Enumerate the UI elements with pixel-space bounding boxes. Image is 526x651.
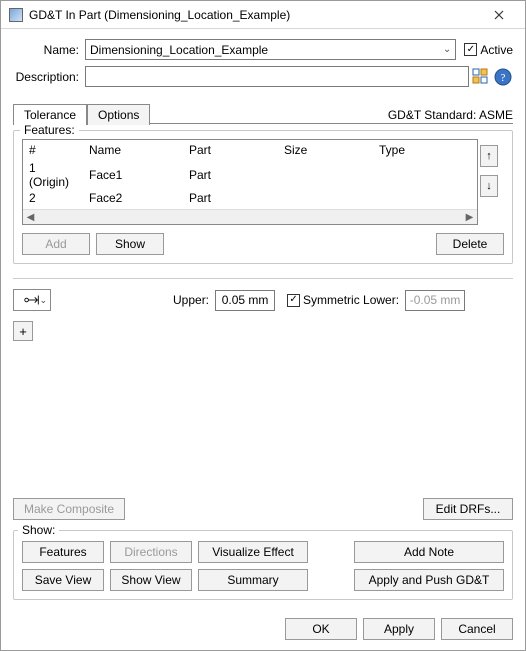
features-table[interactable]: # Name Part Size Type 1 (Origin) Face1: [22, 139, 478, 225]
active-label: Active: [480, 43, 513, 57]
grid-properties-button[interactable]: [471, 67, 491, 87]
app-icon: [9, 8, 23, 22]
move-up-button[interactable]: ↑: [480, 145, 498, 167]
name-row: Name: Dimensioning_Location_Example ⌄ ✓ …: [13, 39, 513, 60]
show-features-button[interactable]: Features: [22, 541, 104, 563]
col-name[interactable]: Name: [83, 140, 183, 160]
make-composite-button[interactable]: Make Composite: [13, 498, 125, 520]
description-input[interactable]: [85, 66, 469, 87]
name-label: Name:: [13, 43, 79, 57]
table-header-row: # Name Part Size Type: [23, 140, 477, 160]
table-row[interactable]: 1 (Origin) Face1 Part: [23, 160, 477, 190]
dialog-window: GD&T In Part (Dimensioning_Location_Exam…: [0, 0, 526, 651]
upper-input[interactable]: 0.05 mm: [215, 290, 275, 311]
tolerance-row: ⌄ Upper: 0.05 mm ✓ Symmetric Lower: -0.0…: [13, 289, 513, 311]
gdt-standard-label: GD&T Standard: ASME: [388, 108, 513, 122]
apply-button[interactable]: Apply: [363, 618, 435, 640]
ok-button[interactable]: OK: [285, 618, 357, 640]
add-feature-button[interactable]: Add: [22, 233, 90, 255]
visualize-effect-button[interactable]: Visualize Effect: [198, 541, 308, 563]
active-checkbox[interactable]: ✓ Active: [464, 43, 513, 57]
name-combo[interactable]: Dimensioning_Location_Example ⌄: [85, 39, 456, 60]
description-label: Description:: [13, 70, 79, 84]
show-group: Show: Features Directions Visualize Effe…: [13, 530, 513, 600]
close-button[interactable]: [479, 4, 519, 26]
grid-properties-icon: [472, 68, 490, 86]
show-view-button[interactable]: Show View: [110, 569, 192, 591]
cell-type: [373, 160, 477, 190]
help-button[interactable]: ?: [493, 67, 513, 87]
reorder-buttons: ↑ ↓: [480, 145, 498, 197]
symmetric-lower-label: Symmetric Lower:: [303, 293, 399, 307]
chevron-down-icon: ⌄: [443, 44, 451, 55]
svg-text:?: ?: [501, 72, 506, 84]
client-area: Name: Dimensioning_Location_Example ⌄ ✓ …: [1, 29, 525, 610]
titlebar: GD&T In Part (Dimensioning_Location_Exam…: [1, 1, 525, 29]
show-directions-button[interactable]: Directions: [110, 541, 192, 563]
apply-push-gdt-button[interactable]: Apply and Push GD&T: [354, 569, 504, 591]
add-note-button[interactable]: Add Note: [354, 541, 504, 563]
cell-num: 1 (Origin): [23, 160, 83, 190]
features-group: Features: # Name Part Size Type: [13, 130, 513, 264]
move-down-button[interactable]: ↓: [480, 175, 498, 197]
cell-name: Face2: [83, 190, 183, 206]
tab-tolerance[interactable]: Tolerance: [13, 104, 87, 125]
tolerance-pane: ⌄ Upper: 0.05 mm ✓ Symmetric Lower: -0.0…: [13, 289, 513, 520]
col-type[interactable]: Type: [373, 140, 477, 160]
table-row[interactable]: 2 Face2 Part: [23, 190, 477, 206]
help-icon: ?: [494, 68, 512, 86]
cell-num: 2: [23, 190, 83, 206]
cell-size: [278, 190, 373, 206]
features-buttons: Add Show Delete: [22, 233, 504, 255]
tab-baseline: [150, 123, 513, 124]
dimension-icon: [23, 293, 41, 307]
cell-part: Part: [183, 160, 278, 190]
divider-line: [13, 278, 513, 279]
features-title: Features:: [20, 123, 79, 137]
checkbox-box-icon: ✓: [464, 43, 477, 56]
summary-button[interactable]: Summary: [198, 569, 308, 591]
composite-drf-row: Make Composite Edit DRFs...: [13, 498, 513, 520]
tab-strip: Tolerance Options GD&T Standard: ASME: [13, 99, 513, 124]
cell-size: [278, 160, 373, 190]
save-view-button[interactable]: Save View: [22, 569, 104, 591]
checkbox-box-icon: ✓: [287, 294, 300, 307]
col-part[interactable]: Part: [183, 140, 278, 160]
cell-name: Face1: [83, 160, 183, 190]
close-icon: [494, 10, 504, 20]
scroll-left-icon[interactable]: ◀: [23, 210, 38, 225]
description-row: Description: ?: [13, 66, 513, 87]
show-feature-button[interactable]: Show: [96, 233, 164, 255]
col-num[interactable]: #: [23, 140, 83, 160]
cell-type: [373, 190, 477, 206]
cell-part: Part: [183, 190, 278, 206]
col-size[interactable]: Size: [278, 140, 373, 160]
symmetric-lower-checkbox[interactable]: ✓ Symmetric Lower:: [287, 293, 399, 307]
lower-input: -0.05 mm: [405, 290, 465, 311]
tab-options[interactable]: Options: [87, 104, 150, 125]
tolerance-type-dropdown[interactable]: ⌄: [13, 289, 51, 311]
edit-drfs-button[interactable]: Edit DRFs...: [423, 498, 513, 520]
dialog-footer: OK Apply Cancel: [1, 610, 525, 650]
name-value: Dimensioning_Location_Example: [90, 43, 268, 57]
horizontal-scrollbar[interactable]: ◀ ▶: [23, 209, 477, 224]
show-title: Show:: [18, 523, 59, 537]
scroll-right-icon[interactable]: ▶: [462, 210, 477, 225]
window-title: GD&T In Part (Dimensioning_Location_Exam…: [29, 8, 479, 22]
delete-feature-button[interactable]: Delete: [436, 233, 504, 255]
add-tolerance-button[interactable]: +: [13, 321, 33, 341]
cancel-button[interactable]: Cancel: [441, 618, 513, 640]
upper-label: Upper:: [173, 293, 209, 307]
chevron-down-icon: ⌄: [39, 295, 47, 306]
